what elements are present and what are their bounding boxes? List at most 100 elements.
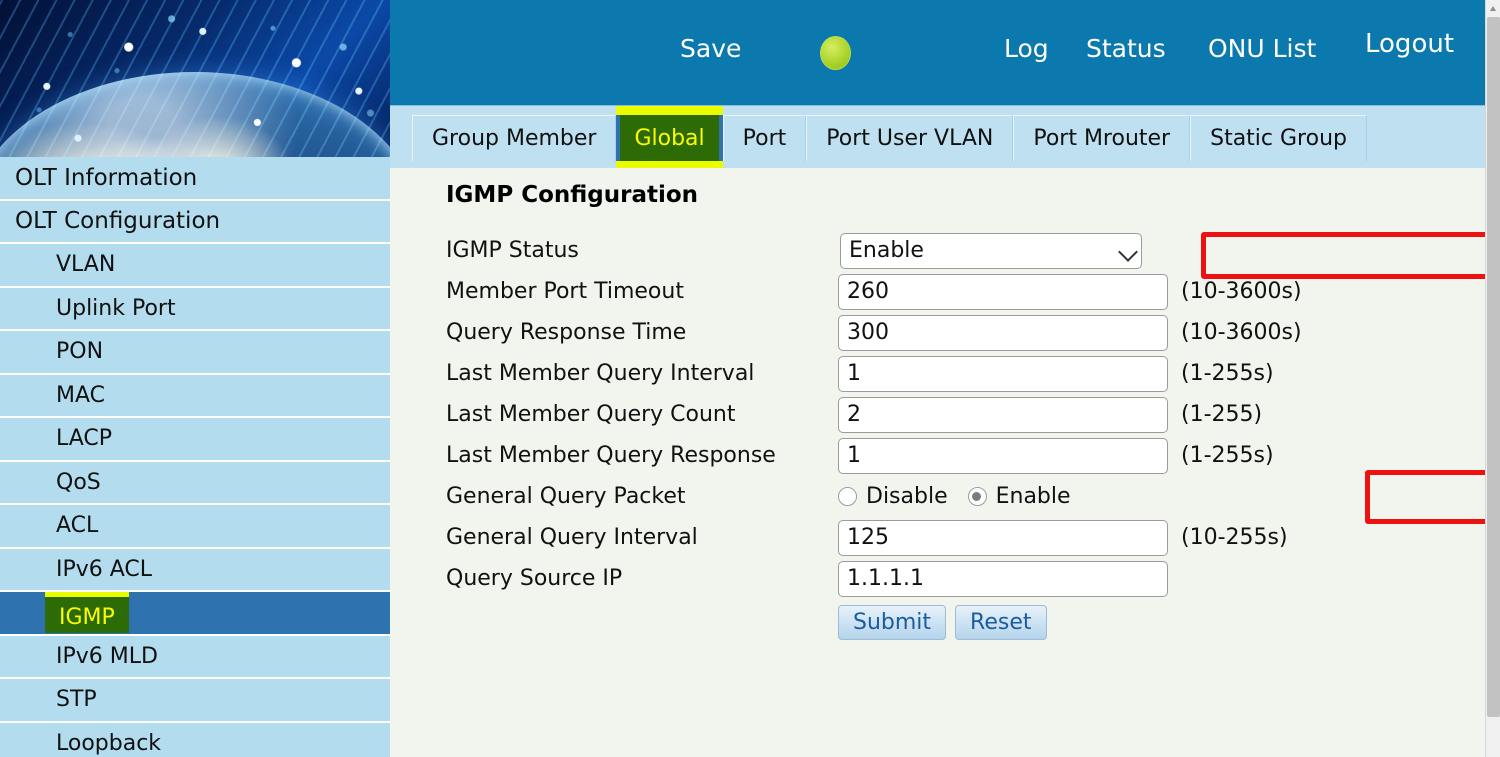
field-label-member-port-timeout: Member Port Timeout	[446, 279, 838, 304]
sidebar-item-label: IPv6 ACL	[56, 557, 152, 582]
input-query-response-time[interactable]	[838, 315, 1168, 351]
sidebar-item-label: VLAN	[56, 252, 115, 277]
radio-general-query-packet-enable[interactable]: Enable	[962, 480, 1083, 513]
form-row-general-query-interval: General Query Interval (10-255s)	[446, 517, 1406, 558]
form-row-igmp-status: IGMP StatusEnableDisable	[446, 230, 1406, 271]
tab-label: Group Member	[432, 126, 596, 151]
sidebar-item-qos[interactable]: QoS	[0, 462, 390, 506]
input-query-source-ip[interactable]	[838, 561, 1168, 597]
page-title: IGMP Configuration	[446, 182, 698, 208]
sidebar-item-olt-information[interactable]: OLT Information	[0, 157, 390, 201]
form-row-member-port-timeout: Member Port Timeout (10-3600s)	[446, 271, 1406, 312]
field-range-hint-last-member-query-response: (1-255s)	[1181, 443, 1274, 468]
tab-port[interactable]: Port	[723, 115, 807, 161]
tab-group-member[interactable]: Group Member	[412, 115, 616, 161]
field-label-last-member-query-interval: Last Member Query Interval	[446, 361, 838, 386]
radio-general-query-packet-disable[interactable]: Disable	[838, 484, 948, 509]
sidebar-item-label: OLT Configuration	[15, 208, 220, 234]
sidebar-item-ipv6-acl[interactable]: IPv6 ACL	[0, 549, 390, 593]
sidebar-item-pon[interactable]: PON	[0, 331, 390, 375]
input-wrapper-query-response-time	[838, 315, 1168, 351]
sidebar-item-label: ACL	[56, 513, 98, 538]
field-label-igmp-status: IGMP Status	[446, 238, 838, 263]
app-window: OLT Information OLT Configuration VLAN Upli…	[0, 0, 1500, 757]
form-row-query-response-time: Query Response Time (10-3600s)	[446, 312, 1406, 353]
nav-link-onu-list[interactable]: ONU List	[1208, 34, 1316, 63]
left-column: OLT Information OLT Configuration VLAN Upli…	[0, 0, 390, 757]
igmp-config-form: IGMP StatusEnableDisableMember Port Time…	[446, 230, 1406, 640]
sidebar-item-label: OLT Information	[15, 165, 197, 191]
sidebar-item-mac[interactable]: MAC	[0, 375, 390, 419]
nav-link-log[interactable]: Log	[1004, 34, 1049, 63]
scroll-up-arrow-icon[interactable]	[1486, 0, 1500, 16]
field-range-hint-general-query-interval: (10-255s)	[1181, 525, 1288, 550]
form-row-last-member-query-interval: Last Member Query Interval (1-255s)	[446, 353, 1406, 394]
field-range-hint-last-member-query-count: (1-255)	[1181, 402, 1262, 427]
input-wrapper-query-source-ip	[838, 561, 1168, 597]
light-dots	[0, 0, 390, 157]
field-label-general-query-interval: General Query Interval	[446, 525, 838, 550]
sidebar-item-label: IGMP	[45, 592, 129, 633]
sidebar-item-stp[interactable]: STP	[0, 679, 390, 723]
field-range-hint-query-response-time: (10-3600s)	[1181, 320, 1302, 345]
sidebar-item-ipv6-mld[interactable]: IPv6 MLD	[0, 636, 390, 680]
form-row-last-member-query-count: Last Member Query Count (1-255)	[446, 394, 1406, 435]
field-label-last-member-query-count: Last Member Query Count	[446, 402, 838, 427]
sidebar-item-vlan[interactable]: VLAN	[0, 244, 390, 288]
tab-port-user-vlan[interactable]: Port User VLAN	[806, 115, 1013, 161]
submit-button[interactable]: Submit	[838, 605, 946, 640]
sidebar-item-label: LACP	[56, 426, 112, 451]
field-label-query-response-time: Query Response Time	[446, 320, 838, 345]
radio-indicator[interactable]	[968, 487, 987, 506]
input-member-port-timeout[interactable]	[838, 274, 1168, 310]
nav-link-status[interactable]: Status	[1086, 34, 1166, 63]
tab-label: Port User VLAN	[826, 126, 993, 151]
field-range-hint-member-port-timeout: (10-3600s)	[1181, 279, 1302, 304]
form-row-query-source-ip: Query Source IP	[446, 558, 1406, 599]
sidebar-item-igmp[interactable]: IGMP	[0, 592, 390, 636]
sidebar-item-label: MAC	[56, 383, 105, 408]
top-header-bar: Save Log Status ONU List Logout	[390, 0, 1485, 105]
sidebar-item-label: IPv6 MLD	[56, 644, 158, 669]
form-row-last-member-query-response: Last Member Query Response(1-255s)	[446, 435, 1406, 476]
nav-link-logout[interactable]: Logout	[1365, 29, 1454, 59]
select-igmp-status[interactable]: EnableDisable	[840, 233, 1142, 269]
field-range-hint-last-member-query-interval: (1-255s)	[1181, 361, 1274, 386]
reset-button[interactable]: Reset	[955, 605, 1046, 640]
input-general-query-interval[interactable]	[838, 520, 1168, 556]
input-wrapper-last-member-query-count	[838, 397, 1168, 433]
main-area: Save Log Status ONU List Logout Group Me…	[390, 0, 1485, 757]
radio-indicator[interactable]	[838, 487, 857, 506]
input-last-member-query-interval[interactable]	[838, 356, 1168, 392]
page-scrollbar[interactable]	[1485, 0, 1500, 757]
tab-strip: Group Member GlobalPort Port User VLAN Port…	[390, 105, 1485, 168]
tab-port-mrouter[interactable]: Port Mrouter	[1013, 115, 1190, 161]
sidebar-item-loopback[interactable]: Loopback	[0, 723, 390, 757]
sidebar-item-acl[interactable]: ACL	[0, 505, 390, 549]
sidebar-item-label: Uplink Port	[56, 296, 176, 321]
sidebar-item-label: Loopback	[56, 731, 161, 756]
field-label-query-source-ip: Query Source IP	[446, 566, 838, 591]
sidebar-item-olt-configuration[interactable]: OLT Configuration	[0, 201, 390, 245]
input-wrapper-general-query-interval	[838, 520, 1168, 556]
radio-label: Disable	[866, 484, 948, 509]
scrollbar-thumb[interactable]	[1487, 17, 1500, 717]
radio-group-general-query-packet: Disable Enable	[838, 480, 1168, 513]
input-last-member-query-response[interactable]	[838, 438, 1168, 474]
field-label-general-query-packet: General Query Packet	[446, 484, 838, 509]
tab-label: Static Group	[1210, 126, 1347, 151]
sidebar-item-uplink-port[interactable]: Uplink Port	[0, 288, 390, 332]
input-last-member-query-count[interactable]	[838, 397, 1168, 433]
tab-global[interactable]: Global	[616, 115, 722, 161]
tab-static-group[interactable]: Static Group	[1190, 115, 1367, 161]
sidebar-item-label: STP	[56, 687, 97, 712]
select-wrapper-igmp-status: EnableDisable	[838, 233, 1168, 269]
tab-label: Port Mrouter	[1033, 126, 1170, 151]
sidebar-item-lacp[interactable]: LACP	[0, 418, 390, 462]
save-button[interactable]: Save	[680, 34, 741, 63]
input-wrapper-member-port-timeout	[838, 274, 1168, 310]
input-wrapper-last-member-query-response	[838, 438, 1168, 474]
form-actions: Submit Reset	[838, 605, 1406, 640]
sidebar-item-label: PON	[56, 339, 103, 364]
brand-banner-image	[0, 0, 390, 157]
